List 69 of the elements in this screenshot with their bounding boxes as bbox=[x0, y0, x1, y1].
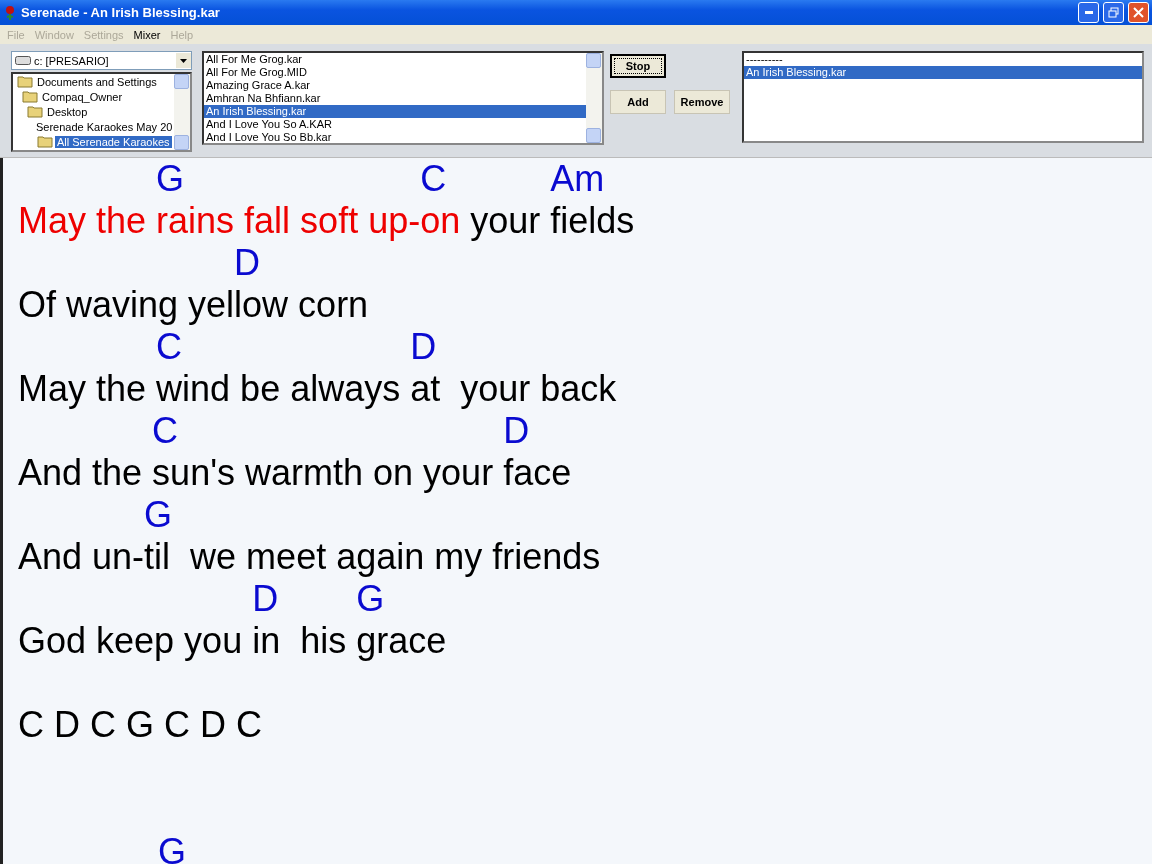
chord: G bbox=[356, 578, 386, 620]
folder-icon bbox=[17, 75, 33, 88]
song-file-row[interactable]: Amhran Na Bhfiann.kar bbox=[204, 92, 586, 105]
folder-icon bbox=[27, 105, 43, 118]
lyric-text: on bbox=[420, 200, 461, 242]
window-title: Serenade - An Irish Blessing.kar bbox=[21, 5, 221, 20]
song-file-row[interactable]: An Irish Blessing.kar bbox=[204, 105, 586, 118]
lyric-text: grace bbox=[356, 620, 447, 662]
restore-icon bbox=[1108, 7, 1119, 18]
lyric-text: til we meet again my friends bbox=[144, 536, 601, 578]
chord: D bbox=[234, 242, 262, 284]
scrollbar[interactable] bbox=[174, 74, 190, 150]
scroll-up-button[interactable] bbox=[586, 53, 601, 68]
lyric-text: in his bbox=[252, 620, 348, 662]
folder-item[interactable]: Compaq_Owner bbox=[40, 90, 125, 103]
song-file-row[interactable]: And I Love You So Bb.kar bbox=[204, 131, 586, 143]
playlist-item[interactable]: An Irish Blessing.kar bbox=[744, 66, 1142, 79]
chord: D bbox=[252, 578, 280, 620]
song-file-row[interactable]: Amazing Grace A.kar bbox=[204, 79, 586, 92]
chord: D bbox=[503, 410, 531, 452]
lyric-text: God keep you bbox=[18, 620, 244, 662]
chord: C bbox=[152, 410, 180, 452]
toolbar-button[interactable]: Remove bbox=[674, 90, 730, 114]
lyric-text: at your back bbox=[410, 368, 617, 410]
song-file-row[interactable]: All For Me Grog.MID bbox=[204, 66, 586, 79]
lyric-text: face bbox=[503, 452, 572, 494]
lyric-text: wind be always bbox=[156, 368, 402, 410]
lyric-text: low corn bbox=[234, 284, 369, 326]
scrollbar[interactable] bbox=[586, 53, 602, 143]
menu-item[interactable]: Mixer bbox=[128, 28, 166, 41]
song-file-row[interactable]: All For Me Grog.kar bbox=[204, 53, 586, 66]
lyric-text: C D C G C D C bbox=[18, 704, 262, 746]
folder-icon bbox=[37, 135, 53, 148]
lyric-text: And un- bbox=[18, 536, 145, 578]
scroll-down-button[interactable] bbox=[174, 135, 189, 150]
folder-item[interactable]: All Serenade Karaokes bbox=[55, 135, 172, 148]
lyric-text: fields bbox=[550, 200, 635, 242]
lyric-text: sun's warmth on your bbox=[152, 452, 495, 494]
lyric-text: your bbox=[469, 200, 542, 242]
lyric-text: rains fall soft up- bbox=[156, 200, 421, 242]
lyric-text: May the bbox=[18, 200, 148, 242]
scroll-up-button[interactable] bbox=[174, 74, 189, 89]
chord: D bbox=[410, 326, 438, 368]
playlist-item[interactable]: ---------- bbox=[744, 53, 1142, 66]
chord: G bbox=[144, 494, 174, 536]
song-file-row[interactable]: And I Love You So A.KAR bbox=[204, 118, 586, 131]
lyric-text: Of waving yel bbox=[18, 284, 235, 326]
close-button[interactable] bbox=[1128, 2, 1149, 23]
lyric-text: And the bbox=[18, 452, 144, 494]
scroll-down-button[interactable] bbox=[586, 128, 601, 143]
chord: G bbox=[158, 840, 186, 864]
close-icon bbox=[1133, 7, 1144, 18]
toolbar-button[interactable]: Add bbox=[610, 90, 666, 114]
chord: C bbox=[156, 326, 184, 368]
drive-dropdown[interactable]: c: [PRESARIO] bbox=[11, 51, 192, 70]
restore-button[interactable] bbox=[1103, 2, 1124, 23]
drive-icon bbox=[15, 56, 31, 65]
folder-item[interactable]: Documents and Settings bbox=[35, 75, 159, 88]
chord: G bbox=[156, 158, 186, 200]
minimize-icon bbox=[1084, 11, 1093, 14]
folder-item[interactable]: Serenade Karaokes May 20 bbox=[34, 120, 174, 133]
chord: C bbox=[420, 158, 448, 200]
toolbar-button[interactable]: Stop bbox=[610, 54, 666, 78]
minimize-button[interactable] bbox=[1078, 2, 1099, 23]
chord: Am bbox=[550, 158, 606, 200]
rose-icon bbox=[3, 4, 17, 21]
folder-item[interactable]: Desktop bbox=[45, 105, 90, 118]
folder-icon bbox=[22, 90, 38, 103]
lyric-text: May the bbox=[18, 368, 148, 410]
